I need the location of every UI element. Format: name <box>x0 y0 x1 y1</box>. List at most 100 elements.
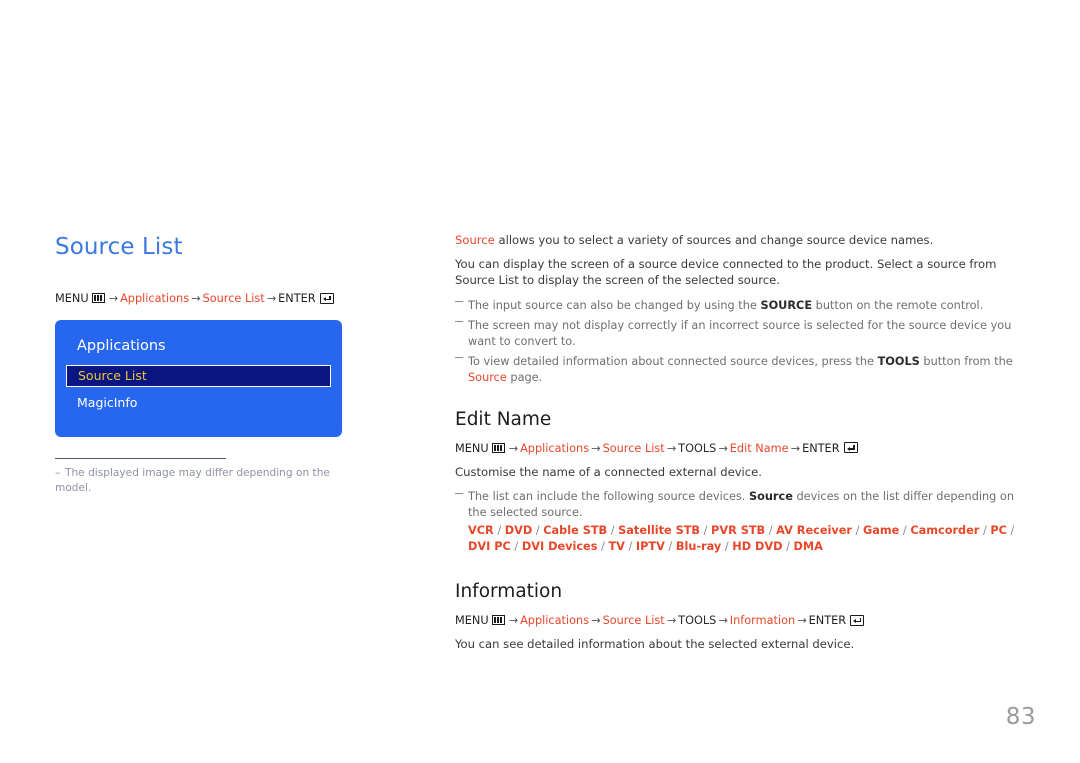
path-arrow-3: → <box>666 441 677 455</box>
description-paragraph: You can display the screen of a source d… <box>455 256 997 288</box>
bullet-text-post: page. <box>506 370 543 384</box>
section-edit-name: Edit Name MENU → Applications → Source List →… <box>455 407 1025 556</box>
bullet-strong-source: SOURCE <box>760 298 813 312</box>
device-name: TV <box>608 540 625 553</box>
path-arrow-3: → <box>666 614 677 627</box>
menu-path-step-tools: TOOLS <box>678 614 717 627</box>
device-separator: / <box>624 540 636 553</box>
edit-name-description: Customise the name of a connected extern… <box>455 464 762 479</box>
path-arrow-4: → <box>718 614 728 627</box>
device-name: DVI Devices <box>521 540 598 553</box>
bullet-source-button: The input source can also be changed by … <box>455 298 1025 314</box>
bullet-dash-icon <box>455 492 463 494</box>
device-name: VCR <box>468 524 494 537</box>
menu-path-step-source-list: Source List <box>202 292 265 305</box>
menu-path-step-information: Information <box>729 614 796 627</box>
menu-path-menu-label: MENU <box>455 614 489 627</box>
menu-path-menu-label: MENU <box>55 292 89 305</box>
menu-grid-icon <box>491 615 505 625</box>
menu-path-step-source-list: Source List <box>602 441 665 455</box>
device-separator: / <box>852 524 863 537</box>
osd-item-label: MagicInfo <box>77 395 138 410</box>
menu-path-step-applications: Applications <box>120 292 190 305</box>
bullet-dash-icon <box>455 301 463 302</box>
device-separator: / <box>700 524 712 537</box>
page-number: 83 <box>1005 704 1036 730</box>
osd-panel-title: Applications <box>77 338 166 354</box>
enter-return-icon <box>319 292 334 304</box>
device-separator: / <box>664 540 676 553</box>
intro-paragraph: Source allows you to select a variety of… <box>455 232 1025 249</box>
device-separator: / <box>607 524 619 537</box>
right-column: Source allows you to select a variety of… <box>455 232 1025 662</box>
menu-path-edit-name: MENU → Applications → Source List → TOOLS → Edit… <box>455 441 1025 457</box>
bullet-text: The screen may not display correctly if … <box>468 318 1012 348</box>
path-arrow-3: → <box>266 292 277 305</box>
device-separator: / <box>1006 524 1015 537</box>
bullet-highlight-source: Source <box>748 490 793 503</box>
path-arrow-4: → <box>718 441 728 455</box>
menu-path-step-applications: Applications <box>520 614 590 627</box>
device-separator: / <box>721 540 733 553</box>
footnote-note: – The displayed image may differ dependin… <box>55 466 355 496</box>
path-arrow-5: → <box>790 441 801 455</box>
device-name: AV Receiver <box>776 524 852 537</box>
osd-item-magicinfo[interactable]: MagicInfo <box>66 392 331 414</box>
bullet-text-pre: The input source can also be changed by … <box>468 298 761 312</box>
menu-path-enter-label: ENTER <box>802 441 840 455</box>
menu-grid-icon <box>491 442 505 453</box>
device-separator: / <box>979 524 991 537</box>
device-separator: / <box>510 540 522 553</box>
menu-path-enter-label: ENTER <box>808 614 847 627</box>
device-name-list: VCR / DVD / Cable STB / Satellite STB / … <box>468 523 1025 555</box>
device-separator: / <box>597 540 609 553</box>
bullet-text-post: button on the remote control. <box>812 298 984 312</box>
menu-grid-icon <box>91 293 105 303</box>
path-arrow-1: → <box>508 441 519 455</box>
menu-path-information: MENU → Applications → Source List → TOOLS → Info… <box>455 613 1025 629</box>
intro-highlight: Source <box>455 233 495 247</box>
path-arrow-1: → <box>108 292 119 305</box>
device-separator: / <box>493 524 505 537</box>
device-name: DVI PC <box>468 540 511 553</box>
bullet-highlight-source: Source <box>468 370 507 384</box>
menu-path-source-list: MENU → Applications → Source List → ENTER <box>55 291 355 307</box>
page-title: Source List <box>55 234 183 260</box>
device-separator: / <box>782 540 794 553</box>
device-name: Camcorder <box>910 524 980 537</box>
bullet-text-mid: button from the <box>919 354 1013 368</box>
bullet-strong-tools: TOOLS <box>877 354 920 368</box>
osd-item-source-list[interactable]: Source List <box>66 365 331 387</box>
device-name: DVD <box>504 524 533 537</box>
device-name: Satellite STB <box>618 524 701 537</box>
path-arrow-2: → <box>591 441 601 455</box>
menu-path-enter-label: ENTER <box>278 292 316 305</box>
menu-path-step-source-list: Source List <box>602 614 665 627</box>
path-arrow-2: → <box>191 292 201 305</box>
enter-return-icon <box>850 614 865 626</box>
path-arrow-1: → <box>508 614 519 627</box>
osd-preview-panel: Applications Source List MagicInfo <box>55 320 342 437</box>
osd-item-label: Source List <box>78 368 147 383</box>
information-description: You can see detailed information about t… <box>455 637 855 651</box>
menu-path-step-tools: TOOLS <box>678 441 717 455</box>
bullet-device-list: The list can include the following sourc… <box>455 489 1025 555</box>
device-name: Cable STB <box>543 524 608 537</box>
menu-path-menu-label: MENU <box>455 441 489 455</box>
section-heading-edit-name: Edit Name <box>455 408 552 430</box>
footnote-dash: – <box>55 467 61 479</box>
device-name: DMA <box>793 540 823 553</box>
path-arrow-2: → <box>591 614 601 627</box>
device-name: PVR STB <box>711 524 766 537</box>
footnote-text: The displayed image may differ depending… <box>55 467 330 494</box>
bullet-text-pre: The list can include the following sourc… <box>468 490 749 503</box>
device-name: PC <box>990 524 1007 537</box>
footnote-divider <box>55 458 226 459</box>
device-name: Game <box>863 524 900 537</box>
left-column: Source List MENU → Applications → Source Lis… <box>55 232 355 496</box>
section-heading-information: Information <box>455 581 563 602</box>
bullet-text-pre: To view detailed information about conne… <box>468 354 878 368</box>
menu-path-step-edit-name: Edit Name <box>729 441 789 455</box>
device-name: IPTV <box>635 540 665 553</box>
bullet-tools-info: To view detailed information about conne… <box>455 354 1025 386</box>
